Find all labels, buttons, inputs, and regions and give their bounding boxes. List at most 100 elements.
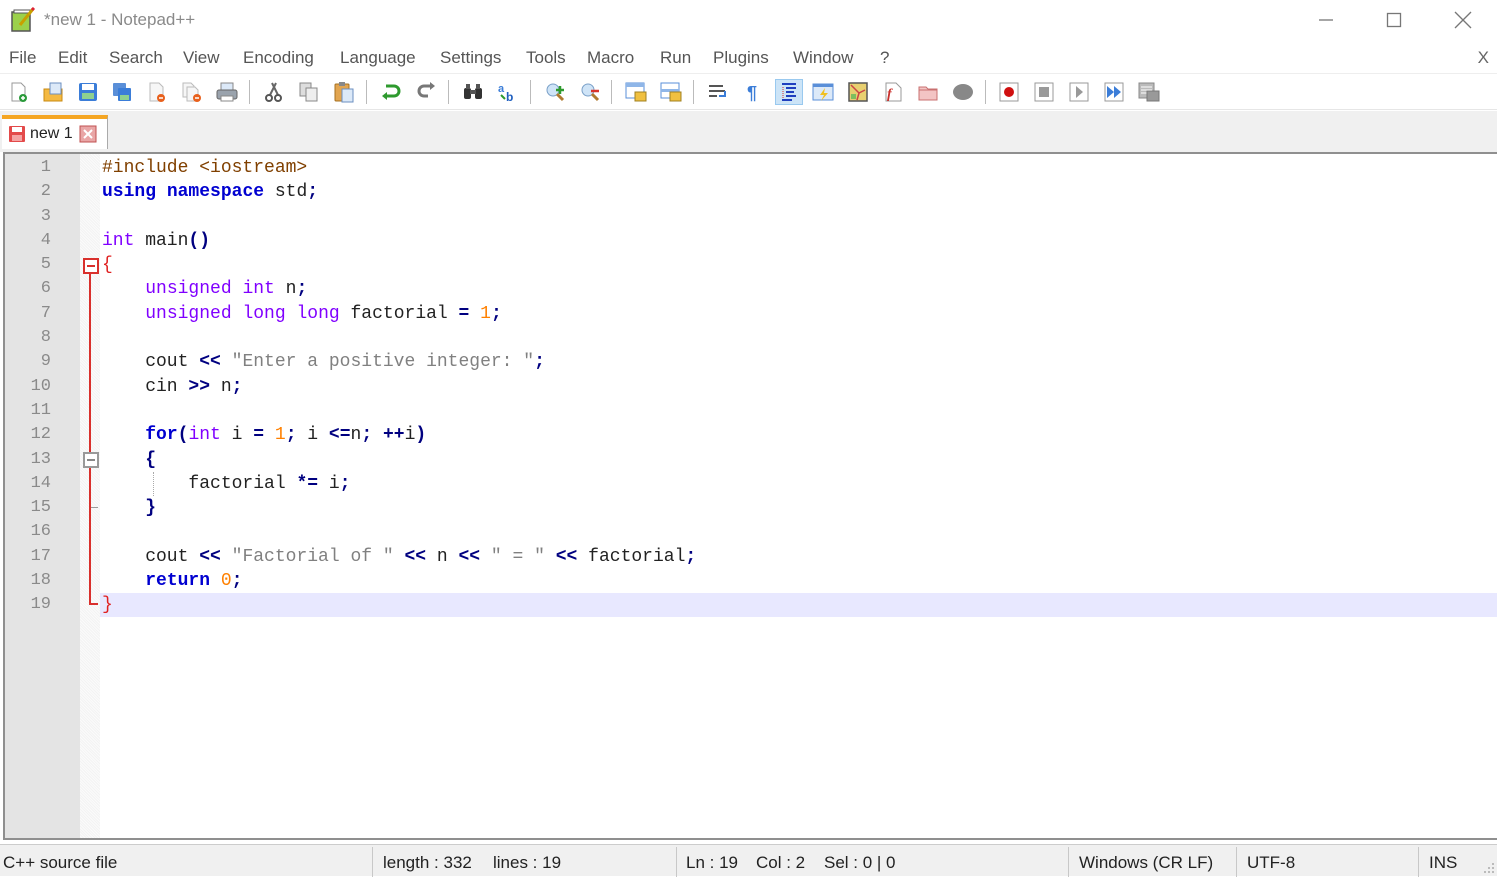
tab-close-icon[interactable] [79,125,97,143]
code-line[interactable]: 7 unsigned long long factorial = 1; [5,302,1497,326]
show-all-characters-button[interactable]: ¶ [739,79,767,105]
menu-window[interactable]: Window [793,48,853,68]
sync-horizontal-scroll-button[interactable] [657,79,685,105]
menu-view[interactable]: View [183,48,220,68]
code-line[interactable]: 15 } [5,496,1497,520]
close-window-button[interactable] [1429,0,1497,40]
code-text[interactable]: return 0; [100,569,1497,593]
open-file-icon [43,82,63,102]
code-text[interactable] [100,399,1497,423]
code-text[interactable]: cin >> n; [100,375,1497,399]
code-line[interactable]: 10 cin >> n; [5,375,1497,399]
maximize-button[interactable] [1360,0,1428,40]
status-separator [1068,847,1069,877]
code-line[interactable]: 17 cout << "Factorial of " << n << " = "… [5,545,1497,569]
tab-new-1[interactable]: new 1 [2,115,108,149]
copy-button[interactable] [295,79,323,105]
code-text[interactable] [100,326,1497,350]
open-file-button[interactable] [39,79,67,105]
code-line[interactable]: 13 { [5,448,1497,472]
status-separator [372,847,373,877]
code-token: int [188,425,221,446]
code-text[interactable]: int main() [100,229,1497,253]
code-line[interactable]: 3 [5,205,1497,229]
code-line[interactable]: 5{ [5,253,1497,277]
indent-guide-button[interactable] [775,79,803,105]
code-line[interactable]: 2 using namespace std; [5,180,1497,204]
start-recording-button[interactable] [995,79,1023,105]
code-editor[interactable]: 1 #include <iostream> 2 using namespace std… [3,152,1497,840]
line-number: 17 [30,546,51,566]
code-line[interactable]: 19} [5,593,1497,618]
paste-button[interactable] [330,79,358,105]
code-text[interactable]: } [100,496,1497,520]
function-list-button[interactable]: f [879,79,907,105]
code-line[interactable]: 4 int main() [5,229,1497,253]
code-text[interactable]: cout << "Factorial of " << n << " = " <<… [100,545,1497,569]
code-text[interactable]: } [100,593,1497,618]
menu-plugins[interactable]: Plugins [713,48,769,68]
code-line[interactable]: 12 for(int i = 1; i <=n; ++i) [5,423,1497,447]
save-all-button[interactable] [108,79,136,105]
print-button[interactable] [213,79,241,105]
replace-button[interactable]: ab [494,79,522,105]
close-document-button[interactable]: X [1478,48,1489,68]
menu-run[interactable]: Run [660,48,691,68]
zoom-in-button[interactable] [541,79,569,105]
playback-button[interactable] [1065,79,1093,105]
code-line[interactable]: 9 cout << "Enter a positive integer: "; [5,350,1497,374]
code-line[interactable]: 18 return 0; [5,569,1497,593]
close-file-button[interactable] [143,79,171,105]
menu-file[interactable]: File [9,48,36,68]
code-text[interactable]: { [100,448,1497,472]
stop-recording-button[interactable] [1030,79,1058,105]
code-line[interactable]: 1 #include <iostream> [5,156,1497,180]
code-text[interactable]: for(int i = 1; i <=n; ++i) [100,423,1497,447]
menu-encoding[interactable]: Encoding [243,48,314,68]
menu-search[interactable]: Search [109,48,163,68]
redo-button[interactable] [412,79,440,105]
run-macro-multiple-times-button[interactable] [1100,79,1128,105]
new-file-button[interactable] [5,79,33,105]
folder-as-workspace-button[interactable] [914,79,942,105]
undo-button[interactable] [377,79,405,105]
status-encoding[interactable]: UTF-8 [1247,853,1295,873]
code-line[interactable]: 14 factorial *= i; [5,472,1497,496]
close-all-button[interactable] [178,79,206,105]
word-wrap-button[interactable] [704,79,732,105]
code-text[interactable]: cout << "Enter a positive integer: "; [100,350,1497,374]
menu-settings[interactable]: Settings [440,48,501,68]
code-line[interactable]: 6 unsigned int n; [5,277,1497,301]
zoom-out-button[interactable] [576,79,604,105]
save-button[interactable] [74,79,102,105]
code-text[interactable]: using namespace std; [100,180,1497,204]
code-text[interactable]: factorial *= i; [100,472,1497,496]
paste-icon [334,82,354,103]
code-text[interactable]: #include <iostream> [100,156,1497,180]
document-map-button[interactable] [844,79,872,105]
sync-vertical-scroll-button[interactable] [622,79,650,105]
resize-grip-icon[interactable] [1483,862,1495,874]
status-insert-mode[interactable]: INS [1429,853,1457,873]
status-eol-format[interactable]: Windows (CR LF) [1079,853,1213,873]
document-monitoring-button[interactable] [949,79,977,105]
code-line[interactable]: 8 [5,326,1497,350]
menu-help[interactable]: ? [880,48,889,68]
save-macro-button[interactable] [1135,79,1163,105]
cut-button[interactable] [259,79,287,105]
menu-language[interactable]: Language [340,48,416,68]
code-text[interactable] [100,205,1497,229]
code-line[interactable]: 11 [5,399,1497,423]
code-text[interactable]: { [100,253,1497,277]
code-text[interactable] [100,520,1497,544]
menu-macro[interactable]: Macro [587,48,634,68]
user-defined-language-button[interactable] [809,79,837,105]
menu-tools[interactable]: Tools [526,48,566,68]
minimize-button[interactable] [1292,0,1360,40]
code-text[interactable]: unsigned int n; [100,277,1497,301]
menu-edit[interactable]: Edit [58,48,87,68]
code-line[interactable]: 16 [5,520,1497,544]
code-text[interactable]: unsigned long long factorial = 1; [100,302,1497,326]
find-button[interactable] [459,79,487,105]
